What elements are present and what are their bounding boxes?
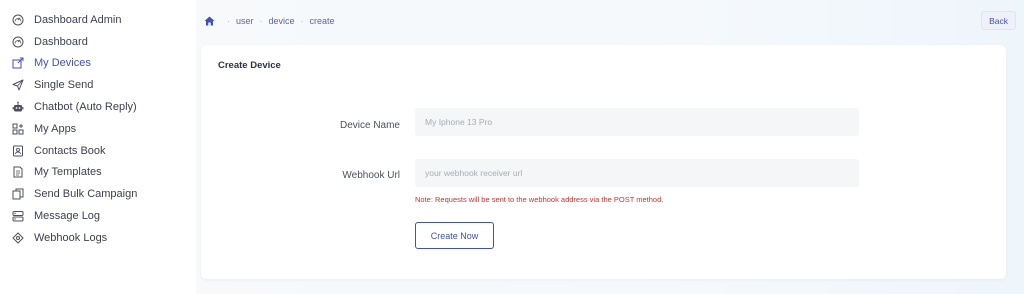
sidebar-item-label: Single Send	[34, 79, 94, 92]
back-button[interactable]: Back	[981, 11, 1016, 30]
robot-icon	[12, 101, 24, 113]
sidebar-item-label: My Devices	[34, 57, 91, 70]
device-name-input[interactable]	[415, 108, 859, 136]
template-icon	[12, 166, 24, 178]
sidebar-item-contacts-book[interactable]: Contacts Book	[0, 140, 196, 162]
sidebar-item-label: Webhook Logs	[34, 231, 108, 244]
webhook-icon	[12, 232, 24, 244]
webhook-note: Note: Requests will be sent to the webho…	[415, 195, 664, 204]
sidebar-item-label: Dashboard Admin	[34, 13, 122, 26]
topbar: · user · device · create Back	[204, 11, 1016, 30]
message-log-icon	[12, 210, 24, 222]
sidebar: Dashboard Admin Dashboard My Devices Sin…	[0, 0, 196, 294]
sidebar-item-chatbot[interactable]: Chatbot (Auto Reply)	[0, 96, 196, 118]
dashboard-icon	[12, 36, 24, 48]
sidebar-item-message-log[interactable]: Message Log	[0, 205, 196, 227]
main-content: · user · device · create Back Create Dev…	[196, 0, 1024, 294]
breadcrumb-separator: ·	[227, 16, 230, 26]
sidebar-item-label: Send Bulk Campaign	[34, 188, 138, 201]
apps-icon	[12, 123, 24, 135]
dashboard-icon	[12, 14, 24, 26]
sidebar-item-webhook-logs[interactable]: Webhook Logs	[0, 227, 196, 249]
sidebar-item-my-templates[interactable]: My Templates	[0, 162, 196, 184]
sidebar-item-label: Dashboard	[34, 35, 88, 48]
sidebar-item-label: Contacts Book	[34, 144, 106, 157]
sidebar-item-my-apps[interactable]: My Apps	[0, 118, 196, 140]
sidebar-item-label: Chatbot (Auto Reply)	[34, 101, 137, 114]
card-title: Create Device	[218, 60, 281, 71]
sidebar-item-single-send[interactable]: Single Send	[0, 74, 196, 96]
copy-icon	[12, 188, 24, 200]
breadcrumb-separator: ·	[259, 16, 263, 26]
device-name-label: Device Name	[339, 120, 400, 131]
breadcrumb-separator: ·	[300, 16, 304, 26]
create-now-button[interactable]: Create Now	[415, 222, 494, 249]
breadcrumb-user[interactable]: user	[236, 16, 254, 26]
sidebar-item-label: My Apps	[34, 122, 77, 135]
contacts-book-icon	[12, 145, 24, 157]
home-icon[interactable]	[204, 16, 215, 26]
sidebar-item-label: My Templates	[34, 166, 102, 179]
webhook-url-label: Webhook Url	[342, 170, 400, 181]
sidebar-item-send-bulk-campaign[interactable]: Send Bulk Campaign	[0, 183, 196, 205]
external-link-icon	[12, 57, 24, 69]
breadcrumb: · user · device · create	[204, 16, 335, 26]
send-icon	[12, 79, 24, 91]
sidebar-item-label: Message Log	[34, 210, 101, 223]
webhook-url-input[interactable]	[415, 159, 859, 187]
breadcrumb-create: create	[309, 16, 335, 26]
sidebar-item-dashboard[interactable]: Dashboard	[0, 31, 196, 53]
breadcrumb-device[interactable]: device	[269, 16, 295, 26]
create-device-card: Create Device Device Name Webhook Url No…	[201, 45, 1006, 279]
sidebar-item-dashboard-admin[interactable]: Dashboard Admin	[0, 9, 196, 31]
sidebar-item-my-devices[interactable]: My Devices	[0, 53, 196, 75]
